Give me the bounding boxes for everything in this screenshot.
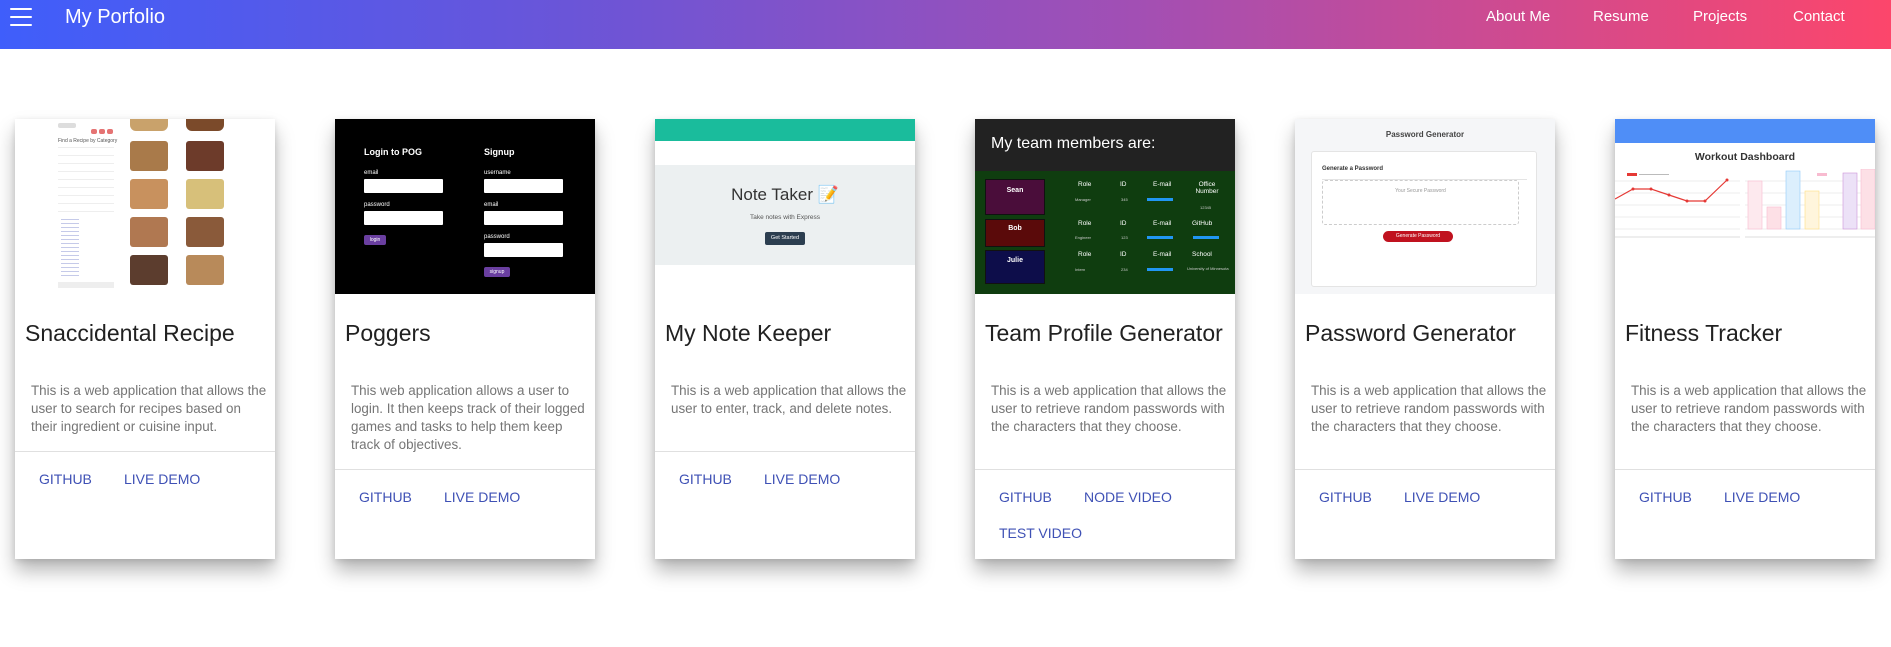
thumb-chart-icon (1615, 169, 1875, 238)
node-video-link[interactable]: NODE VIDEO (1084, 489, 1172, 505)
live-demo-link[interactable]: LIVE DEMO (124, 471, 200, 487)
thumb-col-label: ID (1120, 181, 1127, 188)
thumb-val: 12345 (1200, 205, 1212, 210)
card-divider (1615, 469, 1875, 470)
project-card-password-generator: Password Generator Generate a Password Y… (1295, 119, 1555, 559)
live-demo-link[interactable]: LIVE DEMO (764, 471, 840, 487)
test-video-link[interactable]: TEST VIDEO (999, 525, 1082, 541)
thumb-val: University of Minnesota (1187, 266, 1229, 271)
thumb-password-placeholder: Your Secure Password (1395, 188, 1446, 194)
thumb-signup-heading: Signup (484, 147, 515, 157)
thumb-col-label: E-mail (1153, 220, 1172, 227)
card-title: Team Profile Generator (985, 320, 1223, 346)
thumb-col-label: ID (1120, 220, 1127, 227)
brand-title[interactable]: My Porfolio (65, 6, 165, 29)
thumb-col-label: Role (1078, 251, 1092, 258)
thumb-login-heading: Login to POG (364, 147, 422, 157)
thumb-heading: Password Generator (1385, 130, 1465, 139)
thumb-col-label: E-mail (1153, 251, 1172, 258)
nav-about-me[interactable]: About Me (1486, 8, 1550, 25)
nav-projects[interactable]: Projects (1693, 8, 1747, 25)
thumb-val: 345 (1121, 197, 1128, 202)
thumb-col-label: Role (1078, 181, 1092, 188)
card-description: This web application allows a user to lo… (351, 383, 585, 452)
hamburger-menu-icon[interactable] (10, 8, 32, 26)
card-divider (335, 469, 595, 470)
thumb-heading: Workout Dashboard (1694, 151, 1796, 163)
project-thumbnail: Password Generator Generate a Password Y… (1295, 119, 1555, 294)
thumb-val: Intern (1075, 267, 1086, 272)
thumb-password-label-2: password (484, 234, 510, 240)
thumb-val: Engineer (1075, 235, 1092, 240)
thumb-val: 234 (1121, 267, 1128, 272)
project-card-snaccidental: Find a Recipe by Category Snaccidental R… (15, 119, 275, 559)
card-title: Password Generator (1305, 320, 1516, 346)
github-link[interactable]: GITHUB (1639, 489, 1692, 505)
live-demo-link[interactable]: LIVE DEMO (1724, 489, 1800, 505)
thumb-col-label: E-mail (1153, 181, 1172, 188)
thumb-col-label: Role (1078, 220, 1092, 227)
thumb-get-started-button: Get Started (765, 232, 805, 245)
project-card-fitness-tracker: Workout Dashboard Fitness Tracker This i… (1615, 119, 1875, 559)
card-divider (975, 469, 1235, 470)
thumb-email-label-2: email (484, 202, 499, 208)
project-thumbnail: Workout Dashboard (1615, 119, 1875, 294)
thumb-email-label: email (364, 170, 379, 176)
github-link[interactable]: GITHUB (999, 489, 1052, 505)
thumb-generate-button: Generate Password (1383, 231, 1453, 242)
card-divider (15, 451, 275, 452)
thumb-heading: Find a Recipe by Category (58, 138, 118, 144)
card-divider (655, 451, 915, 452)
thumb-member-name: Julie (1007, 257, 1023, 264)
project-thumbnail: My team members are: Sean Role ID E-mail… (975, 119, 1235, 294)
thumb-login-button: login (364, 235, 386, 245)
thumb-signup-button: signup (484, 267, 510, 277)
project-card-poggers: Login to POG email password login Signup… (335, 119, 595, 559)
app-bar: My Porfolio About Me Resume Projects Con… (0, 0, 1891, 49)
thumb-member-name: Bob (1008, 225, 1022, 232)
live-demo-link[interactable]: LIVE DEMO (1404, 489, 1480, 505)
github-link[interactable]: GITHUB (679, 471, 732, 487)
thumb-col-label: School (1192, 251, 1212, 258)
project-card-team-profile: My team members are: Sean Role ID E-mail… (975, 119, 1235, 559)
card-title: Fitness Tracker (1625, 320, 1783, 346)
project-thumbnail: Find a Recipe by Category (15, 119, 275, 294)
thumb-subheading: Generate a Password (1322, 166, 1384, 172)
card-description: This is a web application that allows th… (671, 383, 907, 416)
project-thumbnail: Login to POG email password login Signup… (335, 119, 595, 294)
thumb-heading: My team members are: (991, 135, 1156, 152)
github-link[interactable]: GITHUB (359, 489, 412, 505)
thumb-col-label: ID (1120, 251, 1127, 258)
thumb-member-name: Sean (1006, 187, 1024, 194)
project-card-note-keeper: Note Taker 📝 Take notes with Express Get… (655, 119, 915, 559)
card-title: My Note Keeper (665, 320, 832, 346)
card-title: Snaccidental Recipe (25, 320, 235, 346)
project-thumbnail: Note Taker 📝 Take notes with Express Get… (655, 119, 915, 294)
thumb-col-label: Office Number (1195, 181, 1219, 195)
live-demo-link[interactable]: LIVE DEMO (444, 489, 520, 505)
thumb-heading: Note Taker 📝 (731, 185, 839, 204)
card-description: This is a web application that allows th… (1311, 383, 1547, 434)
thumb-val: Manager (1075, 197, 1091, 202)
github-link[interactable]: GITHUB (39, 471, 92, 487)
thumb-val: 123 (1121, 235, 1128, 240)
card-title: Poggers (345, 320, 431, 346)
thumb-col-label: GitHub (1192, 220, 1213, 227)
thumb-username-label: username (484, 170, 511, 176)
nav-contact[interactable]: Contact (1793, 8, 1845, 25)
card-divider (1295, 469, 1555, 470)
nav-resume[interactable]: Resume (1593, 8, 1649, 25)
thumb-subheading: Take notes with Express (749, 214, 821, 221)
card-description: This is a web application that allows th… (1631, 383, 1867, 434)
thumb-password-label: password (364, 202, 390, 208)
card-description: This is a web application that allows th… (991, 383, 1227, 434)
card-description: This is a web application that allows th… (31, 383, 267, 434)
github-link[interactable]: GITHUB (1319, 489, 1372, 505)
